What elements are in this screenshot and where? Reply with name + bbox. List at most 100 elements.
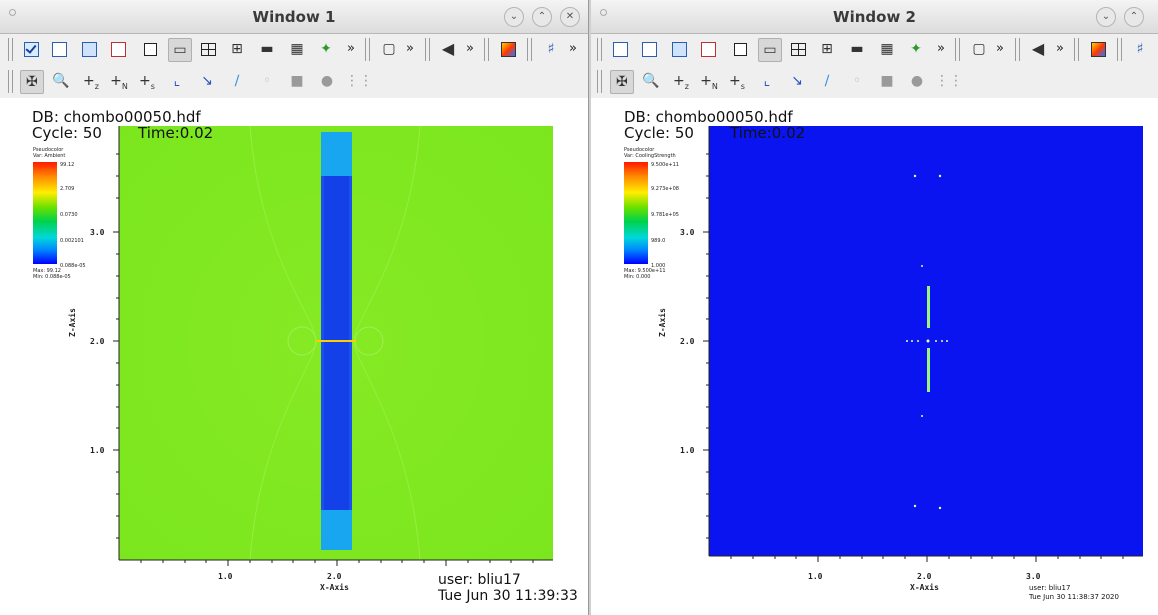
line-tool-button[interactable]: ∕ <box>226 70 248 92</box>
layout-1x1-button[interactable] <box>729 38 751 60</box>
box-tool-button[interactable]: ■ <box>876 70 898 92</box>
toolbar-mode: ✠ 🔍 +z +N +s ⌞ ↘ ∕ ◦ ■ ● ⋮⋮ <box>0 66 588 97</box>
plane-tool-button[interactable]: ◦ <box>846 70 868 92</box>
toolbar-grip[interactable] <box>1117 38 1122 61</box>
layout-3x3-button[interactable]: ▦ <box>876 38 898 60</box>
toolbar-grip[interactable] <box>8 70 13 93</box>
title-bar[interactable]: Window 2 ⌄ ⌃ <box>591 0 1158 34</box>
toolbar-grip[interactable] <box>484 38 489 61</box>
line-tool-button[interactable]: ∕ <box>816 70 838 92</box>
layout-grid-icon <box>201 43 216 56</box>
delete-window-icon <box>111 42 126 57</box>
delete-window-button[interactable] <box>697 38 719 60</box>
plane-tool-button[interactable]: ◦ <box>256 70 278 92</box>
x-axis-title: X-Axis <box>320 583 349 592</box>
box-tool-button[interactable]: ■ <box>286 70 308 92</box>
zoom-mode-button[interactable]: 🔍 <box>50 70 72 92</box>
node-pick-button[interactable]: +N <box>108 70 130 92</box>
navigate-mode-button[interactable]: ✠ <box>20 70 44 94</box>
checkbox-icon <box>613 42 628 57</box>
plot-list-button[interactable] <box>1087 38 1109 60</box>
delete-window-button[interactable] <box>107 38 129 60</box>
render-area[interactable]: DB: chombo00050.hdf Cycle: 50 Time:0.02 … <box>591 98 1158 615</box>
zone-pick-button[interactable]: +z <box>670 70 692 92</box>
pick-button[interactable]: ♯ <box>1129 38 1151 60</box>
toolbar-grip[interactable] <box>955 38 960 61</box>
close-button[interactable]: ✕ <box>560 7 580 27</box>
y-tick-label: 2.0 <box>90 337 105 346</box>
navigate-mode-button[interactable]: ✠ <box>610 70 634 94</box>
time-label: Time:0.02 <box>138 124 214 142</box>
active-window-toggle[interactable] <box>609 38 631 60</box>
view-3d-button[interactable]: ▢ <box>968 38 990 60</box>
minimize-button[interactable]: ⌄ <box>1096 7 1116 27</box>
zoom-mode-button[interactable]: 🔍 <box>640 70 662 92</box>
layout-grid-icon <box>791 43 806 56</box>
spreadsheet-pick-button[interactable]: +s <box>726 70 748 92</box>
toolbar-more-icon[interactable]: » <box>996 38 1004 60</box>
legend-tick: 9.781e+05 <box>651 212 679 218</box>
view-3d-button[interactable]: ▢ <box>378 38 400 60</box>
clone-window-button[interactable] <box>668 38 690 60</box>
curve-pick-button[interactable]: ⌞ <box>166 70 188 92</box>
lock-view-button[interactable]: ✦ <box>315 38 337 60</box>
zone-pick-button[interactable]: +z <box>80 70 102 92</box>
lineout-button[interactable]: ↘ <box>786 70 808 92</box>
color-bar <box>624 162 648 264</box>
toolbar-grip[interactable] <box>1015 38 1020 61</box>
add-window-button[interactable] <box>638 38 660 60</box>
x-tick-label: 2.0 <box>917 572 932 581</box>
layout-1x2-button[interactable]: ▭ <box>758 38 782 62</box>
layout-2x2-button[interactable] <box>197 38 219 60</box>
layout-1x2-button[interactable]: ▭ <box>168 38 192 62</box>
axis-restrict-button[interactable]: ⋮⋮ <box>935 70 963 92</box>
minimize-button[interactable]: ⌄ <box>504 7 524 27</box>
legend-min: Min: 0.088e-05 <box>33 274 71 280</box>
y-tick-label: 3.0 <box>90 228 105 237</box>
animation-back-button[interactable]: ◀ <box>437 38 459 60</box>
layout-2x4-button[interactable]: ▬ <box>256 38 278 60</box>
toolbar-grip[interactable] <box>8 38 13 61</box>
title-bar[interactable]: Window 1 ⌄ ⌃ ✕ <box>0 0 588 34</box>
legend-var: Var: Ambient <box>33 153 66 159</box>
toolbar-more-icon[interactable]: » <box>347 38 355 60</box>
layout-3x3-button[interactable]: ▦ <box>286 38 308 60</box>
toolbar-grip[interactable] <box>425 38 430 61</box>
lock-view-button[interactable]: ✦ <box>905 38 927 60</box>
layout-2x3-button[interactable]: ⊞ <box>816 38 838 60</box>
toolbar-more-icon[interactable]: » <box>569 38 577 60</box>
sphere-tool-button[interactable]: ● <box>316 70 338 92</box>
toolbar-grip[interactable] <box>597 70 602 93</box>
lineout-button[interactable]: ↘ <box>196 70 218 92</box>
add-window-button[interactable] <box>48 38 70 60</box>
maximize-button[interactable]: ⌃ <box>532 7 552 27</box>
toolbar-more-icon[interactable]: » <box>406 38 414 60</box>
plot-list-button[interactable] <box>497 38 519 60</box>
toolbar-more-icon[interactable]: » <box>466 38 474 60</box>
pseudocolor-plot <box>703 126 1143 562</box>
animation-back-button[interactable]: ◀ <box>1027 38 1049 60</box>
toolbar-grip[interactable] <box>597 38 602 61</box>
layout-2x2-button[interactable] <box>787 38 809 60</box>
layout-2x3-button[interactable]: ⊞ <box>226 38 248 60</box>
toolbar-more-icon[interactable]: » <box>1056 38 1064 60</box>
toolbar-more-icon[interactable]: » <box>937 38 945 60</box>
axis-restrict-button[interactable]: ⋮⋮ <box>345 70 373 92</box>
sphere-tool-button[interactable]: ● <box>906 70 928 92</box>
maximize-button[interactable]: ⌃ <box>1124 7 1144 27</box>
toolbar-grip[interactable] <box>1074 38 1079 61</box>
render-area[interactable]: DB: chombo00050.hdf Cycle: 50 Time:0.02 … <box>0 98 588 615</box>
layout-2x4-button[interactable]: ▬ <box>846 38 868 60</box>
toolbar-grip[interactable] <box>365 38 370 61</box>
clone-window-button[interactable] <box>78 38 100 60</box>
active-window-toggle[interactable] <box>20 38 42 60</box>
node-pick-button[interactable]: +N <box>698 70 720 92</box>
date-label: Tue Jun 30 11:39:33 <box>438 588 578 604</box>
legend-min: Min: 0.000 <box>624 274 651 280</box>
spreadsheet-pick-button[interactable]: +s <box>136 70 158 92</box>
toolbar-grip[interactable] <box>527 38 532 61</box>
curve-pick-button[interactable]: ⌞ <box>756 70 778 92</box>
pick-button[interactable]: ♯ <box>540 38 562 60</box>
layout-1x1-button[interactable] <box>139 38 161 60</box>
window-2: Window 2 ⌄ ⌃ ▭ ⊞ ▬ ▦ ✦ » ▢ » ◀ » ♯ ✠ 🔍 +… <box>591 0 1158 615</box>
